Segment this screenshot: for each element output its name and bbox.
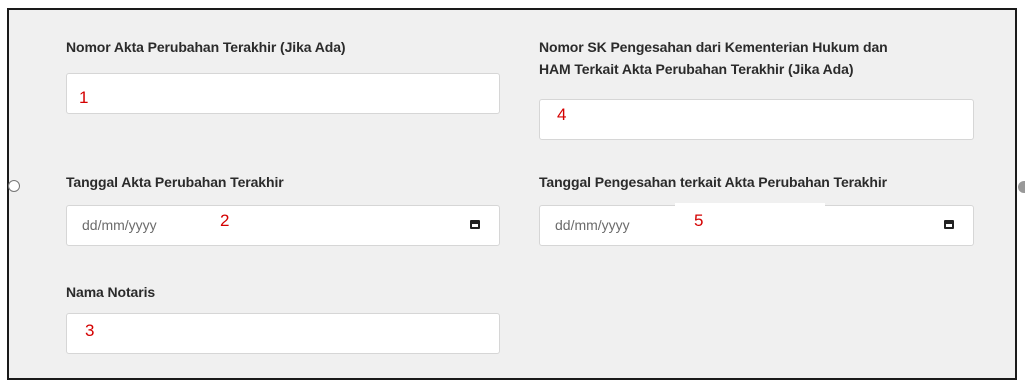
resize-handle-right[interactable] — [1018, 181, 1025, 193]
annotation-1: 1 — [79, 88, 89, 107]
tanggal-akta-input[interactable]: dd/mm/yyyy 2 — [66, 205, 500, 246]
mask-strip — [675, 203, 825, 206]
calendar-icon[interactable] — [470, 220, 480, 229]
annotation-2: 2 — [220, 211, 230, 230]
calendar-icon[interactable] — [944, 220, 954, 229]
tanggal-pengesahan-placeholder: dd/mm/yyyy — [555, 217, 630, 233]
nomor-sk-label-line1: Nomor SK Pengesahan dari Kementerian Huk… — [539, 39, 888, 55]
akta-perubahan-label: Nomor Akta Perubahan Terakhir (Jika Ada) — [66, 39, 346, 55]
tanggal-akta-label: Tanggal Akta Perubahan Terakhir — [66, 174, 284, 190]
tanggal-pengesahan-label: Tanggal Pengesahan terkait Akta Perubaha… — [539, 174, 887, 190]
nomor-sk-label-line2: HAM Terkait Akta Perubahan Terakhir (Jik… — [539, 61, 854, 77]
tanggal-akta-placeholder: dd/mm/yyyy — [82, 217, 157, 233]
annotation-3: 3 — [85, 321, 95, 340]
tanggal-pengesahan-input[interactable]: dd/mm/yyyy 5 — [539, 205, 974, 246]
nama-notaris-input[interactable]: 3 — [66, 313, 500, 354]
nama-notaris-label: Nama Notaris — [66, 284, 156, 300]
akta-perubahan-input[interactable]: 1 — [66, 73, 500, 114]
annotation-4: 4 — [557, 105, 567, 124]
annotation-5: 5 — [694, 211, 704, 230]
nomor-sk-input[interactable]: 4 — [539, 99, 974, 140]
resize-handle-left[interactable] — [8, 180, 20, 192]
